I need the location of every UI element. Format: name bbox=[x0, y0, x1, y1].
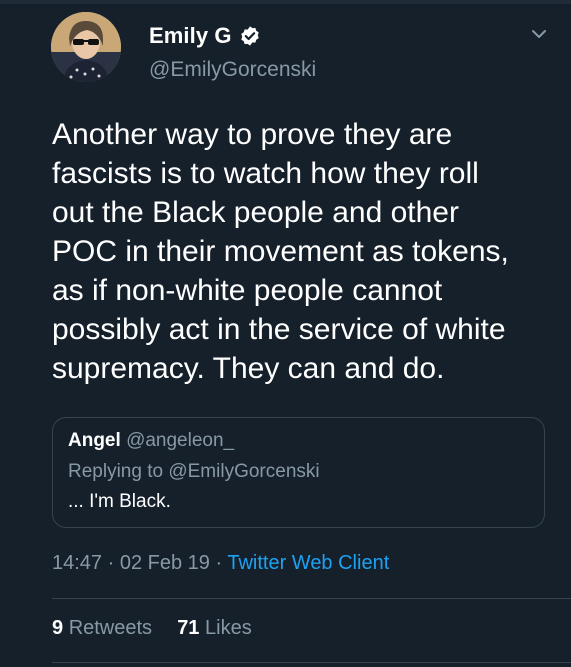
quoted-author-name: Angel bbox=[68, 430, 121, 451]
tweet: Emily G @EmilyGorcenski Another way to p… bbox=[0, 0, 571, 667]
replying-to-prefix: Replying to bbox=[68, 461, 169, 482]
verified-badge-icon bbox=[239, 25, 261, 47]
quoted-tweet[interactable]: Angel @angeleon_ Replying to @EmilyGorce… bbox=[52, 417, 545, 528]
retweets-count: 9 bbox=[52, 617, 64, 639]
retweets-stat[interactable]: 9 Retweets bbox=[52, 617, 152, 639]
meta-separator: · bbox=[209, 552, 228, 574]
tweet-time[interactable]: 14:47 bbox=[52, 552, 102, 574]
chevron-down-icon[interactable] bbox=[529, 24, 549, 44]
tweet-stats: 9 Retweets 71 Likes bbox=[52, 617, 252, 640]
display-name[interactable]: Emily G bbox=[149, 23, 232, 49]
likes-label: Likes bbox=[205, 617, 252, 639]
meta-separator: · bbox=[102, 552, 120, 574]
author-handle[interactable]: @EmilyGorcenski bbox=[149, 58, 316, 82]
stats-divider-top bbox=[52, 598, 571, 599]
author-name-row[interactable]: Emily G bbox=[149, 22, 261, 50]
replying-to-mention[interactable]: @EmilyGorcenski bbox=[168, 461, 319, 482]
retweets-label: Retweets bbox=[68, 617, 153, 639]
client-link[interactable]: Twitter Web Client bbox=[227, 552, 389, 574]
likes-count: 71 bbox=[177, 617, 200, 639]
tweet-text: Another way to prove they are fascists i… bbox=[52, 118, 509, 385]
tweet-date[interactable]: 02 Feb 19 bbox=[120, 552, 210, 574]
likes-stat[interactable]: 71 Likes bbox=[177, 617, 252, 639]
stats-divider-bottom bbox=[52, 662, 571, 663]
quoted-author: Angel @angeleon_ bbox=[68, 430, 234, 452]
tweet-meta: 14:47 · 02 Feb 19 · Twitter Web Client bbox=[52, 552, 389, 575]
quoted-author-handle: @angeleon_ bbox=[126, 430, 235, 451]
avatar[interactable] bbox=[51, 12, 121, 82]
quoted-replying-to: Replying to @EmilyGorcenski bbox=[68, 461, 320, 483]
quoted-tweet-text: ... I'm Black. bbox=[68, 491, 171, 512]
